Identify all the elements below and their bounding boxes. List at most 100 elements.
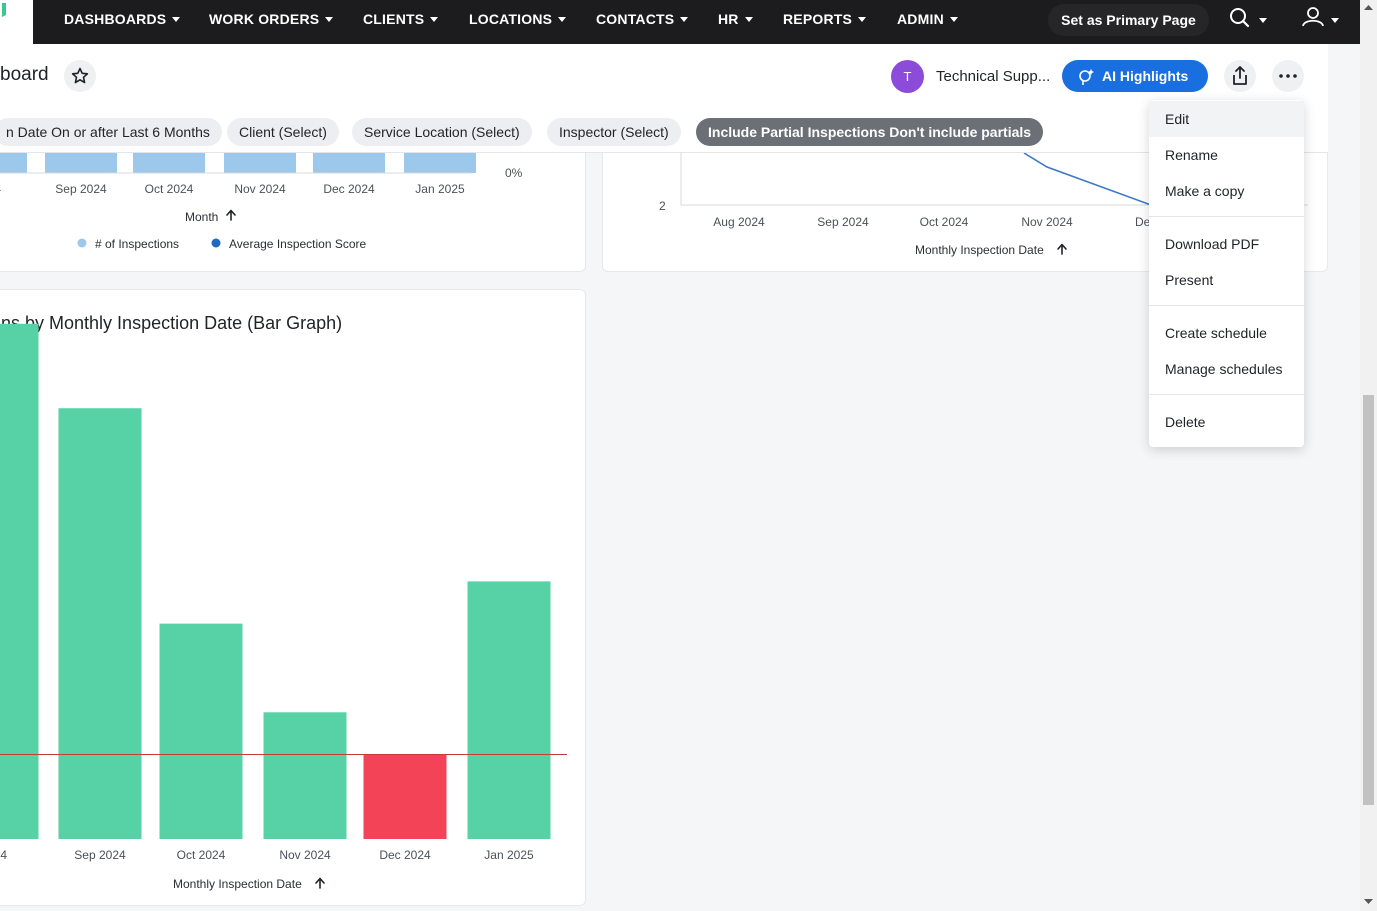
- search-icon: [1230, 8, 1267, 28]
- bar-mark[interactable]: [0, 153, 27, 173]
- x-tick-label: Jan 2025: [484, 848, 534, 862]
- menu-item-edit[interactable]: Edit: [1149, 101, 1304, 137]
- sort-arrow-icon[interactable]: [315, 877, 325, 889]
- more-options-menu: Edit Rename Make a copy Download PDF Pre…: [1149, 100, 1304, 447]
- caret-down-icon: [430, 16, 439, 22]
- favorite-button[interactable]: [64, 60, 96, 92]
- filter-chip-date[interactable]: n Date On or after Last 6 Months: [0, 118, 222, 146]
- nav-contacts[interactable]: CONTACTS: [596, 0, 689, 40]
- x-tick-label: Oct 2024: [177, 848, 226, 862]
- sparkle-bulb-icon: [1079, 69, 1094, 85]
- page-scrollbar[interactable]: [1360, 0, 1377, 911]
- search-button[interactable]: [1228, 5, 1274, 33]
- filter-chip-partial-inspections[interactable]: Include Partial Inspections Don't includ…: [696, 118, 1044, 146]
- filter-chip-service-location[interactable]: Service Location (Select): [352, 118, 532, 146]
- y-tick-label: 2: [659, 199, 666, 213]
- bar-mark[interactable]: [45, 153, 117, 173]
- scroll-up-arrow-icon[interactable]: [1363, 2, 1374, 12]
- menu-item-rename[interactable]: Rename: [1149, 137, 1304, 173]
- menu-item-present[interactable]: Present: [1149, 262, 1304, 298]
- owner-avatar[interactable]: T: [891, 60, 924, 93]
- x-tick-label: 024: [0, 848, 7, 862]
- ai-highlights-button[interactable]: AI Highlights: [1062, 60, 1208, 92]
- nav-dashboards[interactable]: DASHBOARDS: [64, 0, 181, 40]
- user-menu-button[interactable]: [1300, 5, 1346, 33]
- logo-mark-icon: [2, 3, 6, 17]
- bar-mark[interactable]: [404, 153, 476, 173]
- menu-item-manage-schedules[interactable]: Manage schedules: [1149, 351, 1304, 387]
- x-tick-label: Nov 2024: [279, 848, 331, 862]
- bar-mark[interactable]: [159, 623, 243, 839]
- x-tick-label: Nov 2024: [1021, 215, 1073, 229]
- legend-label[interactable]: Average Inspection Score: [229, 237, 367, 251]
- filter-chip-inspector[interactable]: Inspector (Select): [547, 118, 681, 146]
- nav-clients[interactable]: CLIENTS: [363, 0, 439, 40]
- x-tick-label: Sep 2024: [817, 215, 869, 229]
- dashboard-header: board T Technical Supp... AI Highlights …: [0, 44, 1328, 153]
- x-axis-title: Monthly Inspection Date: [915, 243, 1044, 257]
- nav-dashboards-label: DASHBOARDS: [64, 11, 167, 27]
- nav-admin-label: ADMIN: [897, 11, 944, 27]
- x-tick-label: Dec 2024: [323, 182, 375, 196]
- filter-chip-client[interactable]: Client (Select): [227, 118, 339, 146]
- x-axis-title: Monthly Inspection Date: [173, 877, 302, 891]
- nav-locations-label: LOCATIONS: [469, 11, 553, 27]
- x-tick-label: Aug 2024: [713, 215, 765, 229]
- user-icon: [1302, 7, 1339, 27]
- bar-mark[interactable]: [133, 153, 205, 173]
- more-options-button[interactable]: [1272, 60, 1304, 92]
- nav-locations[interactable]: LOCATIONS: [469, 0, 567, 40]
- sort-arrow-icon[interactable]: [1057, 243, 1067, 255]
- nav-hr[interactable]: HR: [718, 0, 753, 40]
- nav-hr-label: HR: [718, 11, 739, 27]
- nav-clients-label: CLIENTS: [363, 11, 425, 27]
- nav-admin[interactable]: ADMIN: [897, 0, 958, 40]
- share-button[interactable]: [1224, 60, 1256, 92]
- nav-work-orders[interactable]: WORK ORDERS: [209, 0, 334, 40]
- y-tick-label: 0%: [505, 166, 523, 180]
- bar-mark[interactable]: [58, 408, 142, 839]
- x-tick-label: Dec 2024: [379, 848, 431, 862]
- x-tick-label: Oct 2024: [920, 215, 969, 229]
- scrollbar-thumb[interactable]: [1363, 395, 1374, 805]
- legend-swatch: [77, 238, 87, 248]
- x-tick-label: 024: [0, 182, 1, 196]
- dashboard-title: board: [0, 64, 49, 85]
- bar-mark[interactable]: [263, 712, 347, 839]
- scroll-down-arrow-icon[interactable]: [1363, 897, 1374, 907]
- legend-swatch: [211, 238, 221, 248]
- caret-down-icon: [558, 16, 567, 22]
- x-tick-label: Sep 2024: [55, 182, 107, 196]
- x-tick-label: Oct 2024: [145, 182, 194, 196]
- x-tick-label: Nov 2024: [234, 182, 286, 196]
- series-line: [1023, 153, 1152, 206]
- menu-item-download-pdf[interactable]: Download PDF: [1149, 226, 1304, 262]
- chart-legend: # of Inspections Average Inspection Scor…: [77, 237, 367, 251]
- caret-down-icon: [172, 16, 181, 22]
- sort-arrow-icon[interactable]: [226, 209, 236, 221]
- x-axis-title: Month: [185, 210, 218, 224]
- legend-label[interactable]: # of Inspections: [95, 237, 179, 251]
- top-nav-bar: DASHBOARDS WORK ORDERS CLIENTS LOCATIONS…: [0, 0, 1360, 44]
- menu-divider: [1149, 305, 1304, 306]
- menu-item-delete[interactable]: Delete: [1149, 404, 1304, 440]
- nav-reports[interactable]: REPORTS: [783, 0, 867, 40]
- app-logo[interactable]: [0, 0, 33, 44]
- bar-mark[interactable]: [467, 581, 551, 839]
- set-primary-page-button[interactable]: Set as Primary Page: [1048, 4, 1209, 36]
- caret-down-icon: [858, 16, 867, 22]
- menu-divider: [1149, 394, 1304, 395]
- bar-mark[interactable]: [363, 754, 447, 839]
- caret-down-icon: [949, 16, 958, 22]
- bar-mark[interactable]: [0, 323, 39, 839]
- bar-mark[interactable]: [224, 153, 296, 173]
- ellipsis-icon: [1279, 74, 1297, 78]
- menu-item-make-a-copy[interactable]: Make a copy: [1149, 173, 1304, 209]
- caret-down-icon: [325, 16, 334, 22]
- chart-card-bar-graph: ns by Monthly Inspection Date (Bar Graph…: [0, 289, 586, 906]
- chart-card-inspections-by-month: 024 Sep 2024 Oct 2024 Nov 2024 Dec 2024 Jan 2…: [0, 153, 586, 272]
- bar-mark[interactable]: [313, 153, 385, 173]
- owner-name[interactable]: Technical Supp...: [936, 68, 1050, 85]
- menu-item-create-schedule[interactable]: Create schedule: [1149, 315, 1304, 351]
- star-icon: [71, 67, 89, 84]
